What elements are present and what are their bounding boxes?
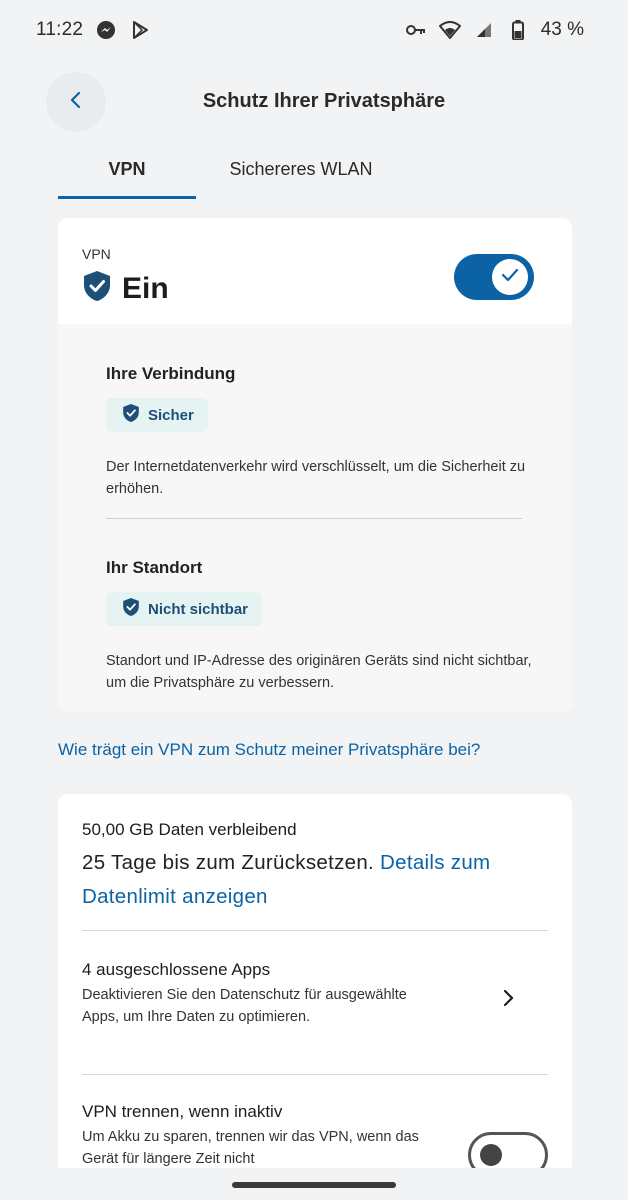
location-status-label: Nicht sichtbar (148, 600, 249, 618)
location-heading: Ihr Standort (106, 558, 203, 577)
play-store-icon (129, 19, 151, 41)
status-left: 11:22 (36, 19, 151, 41)
reset-countdown: 25 Tage bis zum Zurücksetzen. (82, 851, 375, 874)
excluded-apps-title: 4 ausgeschlossene Apps (82, 960, 271, 979)
divider (106, 518, 522, 519)
status-right: 43 % (405, 19, 584, 41)
status-bar: 11:22 43 % (0, 0, 628, 60)
connection-heading: Ihre Verbindung (106, 364, 236, 383)
tab-vpn[interactable]: VPN (58, 140, 196, 198)
vpn-details: Ihre Verbindung Sicher Der Internetdaten… (58, 324, 572, 712)
signal-icon (473, 19, 495, 41)
messenger-icon (95, 19, 117, 41)
vpn-toggle[interactable] (454, 254, 534, 300)
shield-icon (122, 597, 140, 621)
vpn-status-header: VPN Ein (58, 218, 572, 324)
vpn-status-card: VPN Ein Ihre Verbindung Sicher Der Inter… (58, 218, 572, 712)
divider (82, 930, 548, 931)
location-description: Standort und IP-Adresse des originären G… (106, 653, 532, 691)
tab-indicator (58, 196, 196, 199)
check-icon (501, 268, 519, 287)
vpn-state-label: Ein (122, 271, 169, 305)
chevron-right-icon (498, 988, 518, 1008)
shield-icon (82, 270, 112, 307)
home-gesture-handle[interactable] (232, 1182, 396, 1188)
battery-percent: 43 % (540, 19, 584, 40)
disconnect-inactive-description: Um Akku zu sparen, trennen wir das VPN, … (82, 1129, 419, 1167)
connection-status-label: Sicher (148, 406, 194, 424)
wifi-icon (438, 19, 461, 41)
vpn-state: Ein (82, 270, 169, 307)
toggle-knob (492, 259, 528, 295)
location-status-chip: Nicht sichtbar (106, 592, 263, 626)
connection-status-chip: Sicher (106, 398, 208, 432)
divider (82, 1074, 548, 1075)
page-title: Schutz Ihrer Privatsphäre (202, 90, 446, 112)
battery-icon (507, 19, 529, 41)
vpn-overline: VPN (82, 246, 111, 262)
reset-info: 25 Tage bis zum Zurücksetzen. Details zu… (82, 846, 552, 914)
tab-bar: VPN Sichereres WLAN (58, 140, 578, 200)
connection-description: Der Internetdatenverkehr wird verschlüss… (106, 459, 526, 497)
status-time: 11:22 (36, 19, 84, 40)
vpn-key-icon (405, 19, 427, 41)
vpn-privacy-help-link[interactable]: Wie trägt ein VPN zum Schutz meiner Priv… (58, 740, 598, 760)
data-remaining: 50,00 GB Daten verbleibend (82, 820, 297, 839)
toggle-knob (480, 1144, 502, 1166)
vpn-settings-card: 50,00 GB Daten verbleibend 25 Tage bis z… (58, 794, 572, 1174)
disconnect-inactive-title: VPN trennen, wenn inaktiv (82, 1102, 283, 1121)
shield-icon (122, 403, 140, 427)
tab-safer-wifi[interactable]: Sichereres WLAN (206, 140, 396, 198)
app-header: Schutz Ihrer Privatsphäre (0, 70, 628, 134)
gesture-nav-bar (0, 1168, 628, 1200)
excluded-apps-description: Deaktivieren Sie den Datenschutz für aus… (82, 987, 407, 1025)
